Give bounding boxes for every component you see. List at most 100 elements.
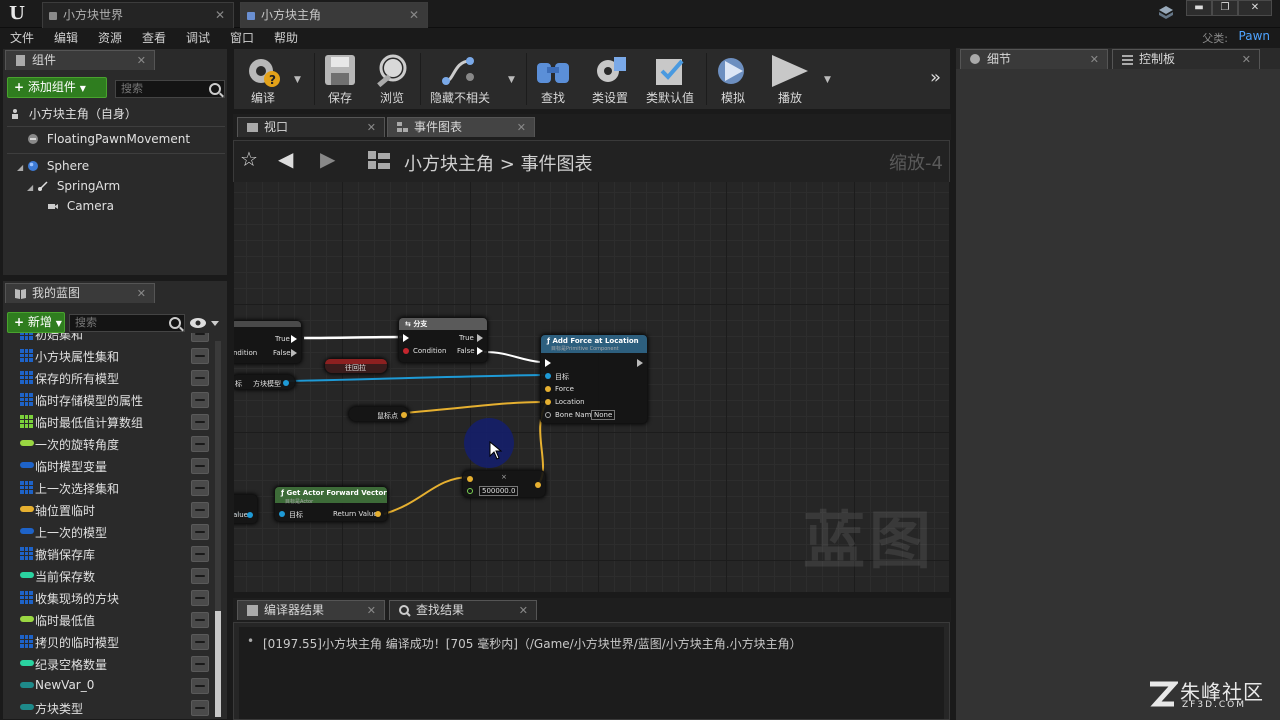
multiply-node[interactable]: × 500000.0 <box>462 470 546 498</box>
variable-row[interactable]: 上一次的模型 <box>13 521 209 543</box>
unreal-logo-icon[interactable]: U <box>6 4 28 24</box>
visibility-toggle-icon[interactable] <box>191 436 209 452</box>
vector-pin[interactable] <box>467 476 473 482</box>
hide-unrelated-button[interactable]: 隐藏不相关 <box>424 49 496 109</box>
toolbar-overflow-icon[interactable]: » <box>930 67 941 88</box>
tab-viewport[interactable]: 视口 ✕ <box>237 117 385 137</box>
exec-pin[interactable] <box>477 334 483 342</box>
save-button[interactable]: 保存 <box>318 49 362 109</box>
variable-row[interactable]: 收集现场的方块 <box>13 587 209 609</box>
vector-pin[interactable] <box>545 399 551 405</box>
variable-row[interactable]: 当前保存数 <box>13 565 209 587</box>
back-arrow-icon[interactable]: ◀ <box>278 147 293 171</box>
tab-compiler-results[interactable]: 编译器结果 ✕ <box>237 600 385 620</box>
maximize-button[interactable]: ❐ <box>1212 0 1238 16</box>
menu-debug[interactable]: 调试 <box>186 29 210 46</box>
menu-file[interactable]: 文件 <box>10 29 34 46</box>
object-pin[interactable] <box>279 511 285 517</box>
add-force-at-location-node[interactable]: ƒ Add Force at Location 目标是Primitive Com… <box>540 334 648 424</box>
new-item-button[interactable]: + 新增 ▼ <box>7 312 65 333</box>
breadcrumb-leaf[interactable]: 事件图表 <box>521 154 593 175</box>
parent-class-link[interactable]: Pawn <box>1239 29 1270 43</box>
browse-button[interactable]: 浏览 <box>368 49 416 109</box>
vector-pin[interactable] <box>535 482 541 488</box>
tab-details[interactable]: 细节 ✕ <box>960 49 1108 69</box>
visibility-toggle-icon[interactable] <box>191 590 209 606</box>
vector-pin[interactable] <box>375 511 381 517</box>
tab-find-results[interactable]: 查找结果 ✕ <box>389 600 537 620</box>
class-defaults-button[interactable]: 类默认值 <box>640 49 700 109</box>
collapse-arrow-icon[interactable]: ◢ <box>27 183 33 192</box>
star-icon[interactable]: ☆ <box>240 147 258 171</box>
tree-item-sphere[interactable]: ◢ Sphere <box>17 159 89 173</box>
visibility-toggle-icon[interactable] <box>191 634 209 650</box>
menu-window[interactable]: 窗口 <box>230 29 254 46</box>
tree-item-springarm[interactable]: ◢ SpringArm <box>27 179 120 193</box>
variable-row[interactable]: 撤销保存库 <box>13 543 209 565</box>
close-icon[interactable]: ✕ <box>517 118 526 137</box>
name-pin[interactable] <box>545 412 551 418</box>
visibility-toggle-icon[interactable] <box>191 656 209 672</box>
variable-row[interactable]: 方块类型 <box>13 697 209 719</box>
class-settings-button[interactable]: 类设置 <box>584 49 636 109</box>
compile-button[interactable]: ? 编译 <box>236 49 290 109</box>
object-pin[interactable] <box>283 380 289 386</box>
variable-row[interactable]: 小方块属性集和 <box>13 345 209 367</box>
float-value-input[interactable]: 500000.0 <box>479 486 519 496</box>
variable-row[interactable]: 一次的旋转角度 <box>13 433 209 455</box>
partial-branch-node[interactable]: True False ndition <box>234 320 302 364</box>
vector-pin[interactable] <box>401 412 407 418</box>
exec-in-pin[interactable] <box>545 359 551 367</box>
search-icon[interactable] <box>169 317 181 329</box>
visibility-toggle-icon[interactable] <box>191 370 209 386</box>
exec-out-pin[interactable] <box>637 359 643 367</box>
visibility-toggle-icon[interactable] <box>191 612 209 628</box>
visibility-toggle-icon[interactable] <box>191 333 209 342</box>
visibility-toggle-icon[interactable] <box>191 414 209 430</box>
source-control-icon[interactable] <box>1158 5 1174 21</box>
scrollbar[interactable] <box>215 341 221 717</box>
object-variable-node[interactable]: 标 方块模型 <box>234 374 296 390</box>
close-icon[interactable]: ✕ <box>137 284 146 303</box>
visibility-toggle-icon[interactable] <box>191 348 209 364</box>
close-icon[interactable]: ✕ <box>1090 50 1099 69</box>
exec-pin[interactable] <box>477 347 483 355</box>
visibility-toggle-icon[interactable] <box>191 392 209 408</box>
exec-pin[interactable] <box>291 349 297 357</box>
doc-tab-blueprint[interactable]: 小方块主角 ✕ <box>240 2 428 28</box>
bool-variable-node[interactable]: 往回拉 <box>324 358 388 374</box>
variable-row[interactable]: 初始集和 <box>13 333 209 345</box>
visibility-toggle-icon[interactable] <box>191 480 209 496</box>
vector-variable-node[interactable]: 鼠标点 <box>348 406 410 422</box>
close-icon[interactable]: ✕ <box>1242 50 1251 69</box>
variable-row[interactable]: 临时存储模型的属性 <box>13 389 209 411</box>
variable-row[interactable]: 临时最低值计算数组 <box>13 411 209 433</box>
find-button[interactable]: 查找 <box>530 49 576 109</box>
variable-row[interactable]: 临时最低值 <box>13 609 209 631</box>
visibility-toggle-icon[interactable] <box>191 524 209 540</box>
variable-row[interactable]: 轴位置临时 <box>13 499 209 521</box>
close-icon[interactable]: ✕ <box>409 3 419 27</box>
visibility-toggle-icon[interactable] <box>191 568 209 584</box>
close-icon[interactable]: ✕ <box>519 601 528 620</box>
minimize-button[interactable]: ▬ <box>1186 0 1212 16</box>
get-actor-forward-vector-node[interactable]: ƒ Get Actor Forward Vector 目标是Actor 目标 R… <box>274 486 388 522</box>
tab-palette[interactable]: 控制板 ✕ <box>1112 49 1260 69</box>
add-component-button[interactable]: + 添加组件 ▼ <box>7 77 107 98</box>
forward-arrow-icon[interactable]: ▶ <box>320 147 335 171</box>
object-pin[interactable] <box>545 373 551 379</box>
variable-row[interactable]: 保存的所有模型 <box>13 367 209 389</box>
hide-options-caret[interactable]: ▼ <box>508 75 515 85</box>
tree-item-camera[interactable]: Camera <box>47 199 114 213</box>
close-icon[interactable]: ✕ <box>137 51 146 70</box>
visibility-toggle-icon[interactable] <box>191 546 209 562</box>
visibility-toggle-icon[interactable] <box>191 458 209 474</box>
tab-event-graph[interactable]: 事件图表 ✕ <box>387 117 535 137</box>
component-search-input[interactable]: 搜索 <box>115 80 225 98</box>
play-button[interactable]: 播放 <box>764 49 816 109</box>
exec-pin[interactable] <box>291 335 297 343</box>
variable-row[interactable]: 纪录空格数量 <box>13 653 209 675</box>
movement-component-row[interactable]: FloatingPawnMovement <box>27 132 190 146</box>
partial-value-node[interactable]: alue <box>234 494 258 524</box>
bone-name-input[interactable]: None <box>591 410 616 420</box>
